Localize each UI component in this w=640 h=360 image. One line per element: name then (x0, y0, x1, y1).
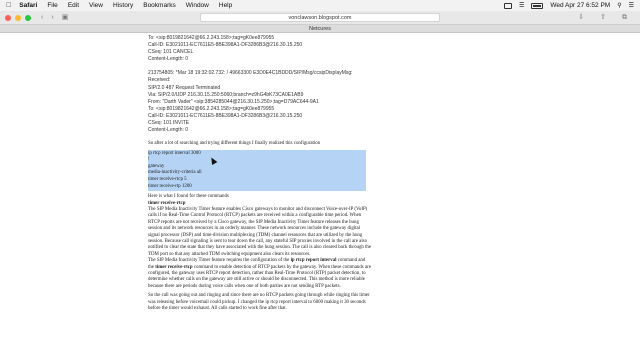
paragraph-media-inactivity: The SIP Media Inactivity Timer feature e… (148, 207, 372, 257)
menu-app-name[interactable]: Safari (19, 2, 37, 9)
spotlight-search-icon[interactable]: ⚲ (617, 2, 621, 9)
intro-text: So after a lot of searching and trying d… (148, 141, 321, 147)
config-line: media-inactivity-criteria all (148, 170, 202, 176)
tab-netcures[interactable]: Netcures (0, 25, 640, 33)
menu-view[interactable]: View (89, 2, 103, 9)
sip-log-cancel: To: <sip:8019821642@66.2.243.158>;tag=gK… (148, 35, 372, 63)
sip-log-487: 213754805: *Mar 18 19:32:02.732: / 49663… (148, 70, 372, 134)
address-bar[interactable]: vonclawson.blogspot.com (200, 13, 440, 22)
log-line: To: <sip:8019821642@66.2.243.158>;tag=gK… (148, 35, 275, 41)
menu-file[interactable]: File (47, 2, 57, 9)
wifi-icon[interactable]: ☰ (519, 2, 524, 9)
blog-post-content: To: <sip:8019821642@66.2.243.158>;tag=gK… (148, 35, 372, 360)
tab-bar: Netcures (0, 25, 640, 33)
log-line: CSeq: 101 INVITE (148, 120, 190, 127)
menu-clock[interactable]: Wed Apr 27 6:52 PM (550, 2, 610, 9)
menu-help[interactable]: Help (219, 2, 232, 9)
apple-menu-icon[interactable]:  (6, 2, 11, 9)
log-line: To: <sip:8019821642@66.2.243.158>;tag=gK… (148, 105, 275, 112)
para-command: ip rtcp report interval (290, 258, 337, 264)
battery-icon[interactable] (531, 2, 544, 9)
menu-bookmarks[interactable]: Bookmarks (143, 2, 176, 9)
minimize-window-button[interactable] (15, 14, 21, 21)
config-line: ! (148, 157, 150, 163)
sidebar-icon[interactable]: ▣ (62, 14, 69, 21)
log-line: From: "Darth Vader" <sip:3854285044@216.… (148, 98, 319, 105)
para-text: The SIP Media Inactivity Timer feature r… (148, 258, 291, 264)
log-line: Via: SIP/2.0/UDP 216.30.15.250:5060;bran… (148, 91, 304, 98)
screen-mirror-icon[interactable] (503, 2, 512, 9)
log-line: Call-ID: E3021011-EC7611E5-8BE398A1-DF32… (148, 42, 303, 49)
safari-toolbar: ‹ › ▣ vonclawson.blogspot.com ⇩ ⇧ ⧉ (0, 11, 640, 25)
log-line: Call-ID: E3021011-EC7611E5-8BE398A1-DF32… (148, 112, 303, 119)
zoom-window-button[interactable] (25, 14, 31, 21)
menu-bar:  Safari File Edit View History Bookmark… (0, 0, 640, 11)
log-line: Content-Length: 0 (148, 127, 189, 134)
menu-edit[interactable]: Edit (68, 2, 79, 9)
paragraph-rtcp-requirement: The SIP Media Inactivity Timer feature r… (148, 258, 372, 290)
log-line: CSeq: 101 CANCEL (148, 49, 194, 56)
menu-window[interactable]: Window (186, 2, 209, 9)
log-line: Content-Length: 0 (148, 56, 189, 63)
log-line: 213754805: *Mar 18 19:32:02.732: / 49663… (148, 70, 353, 77)
share-icon[interactable]: ⇧ (600, 14, 606, 21)
notification-center-icon[interactable]: ☰ (629, 2, 634, 9)
forward-icon[interactable]: › (51, 14, 53, 21)
config-line: gateway (148, 163, 165, 169)
paragraph-resolution: So the call was going out and ringing an… (148, 293, 370, 312)
log-line: SIP/2.0 487 Request Terminated (148, 84, 221, 91)
tabs-overview-icon[interactable]: ⧉ (622, 14, 627, 21)
selected-config-block[interactable]: ip rtcp report interval 3000 ! gateway m… (148, 149, 366, 192)
download-icon[interactable]: ⇩ (578, 14, 584, 21)
log-line: Received: (148, 77, 171, 84)
close-window-button[interactable] (5, 14, 11, 21)
menu-history[interactable]: History (113, 2, 133, 9)
para-command: timer receive-rtcp (155, 264, 193, 270)
config-line: timer receive-rtp 1200 (148, 183, 192, 189)
back-icon[interactable]: ‹ (41, 14, 43, 21)
window-controls (5, 14, 31, 21)
config-line: timer receive-rtcp 5 (148, 177, 187, 182)
config-line: ip rtcp report interval 3000 (148, 150, 201, 156)
